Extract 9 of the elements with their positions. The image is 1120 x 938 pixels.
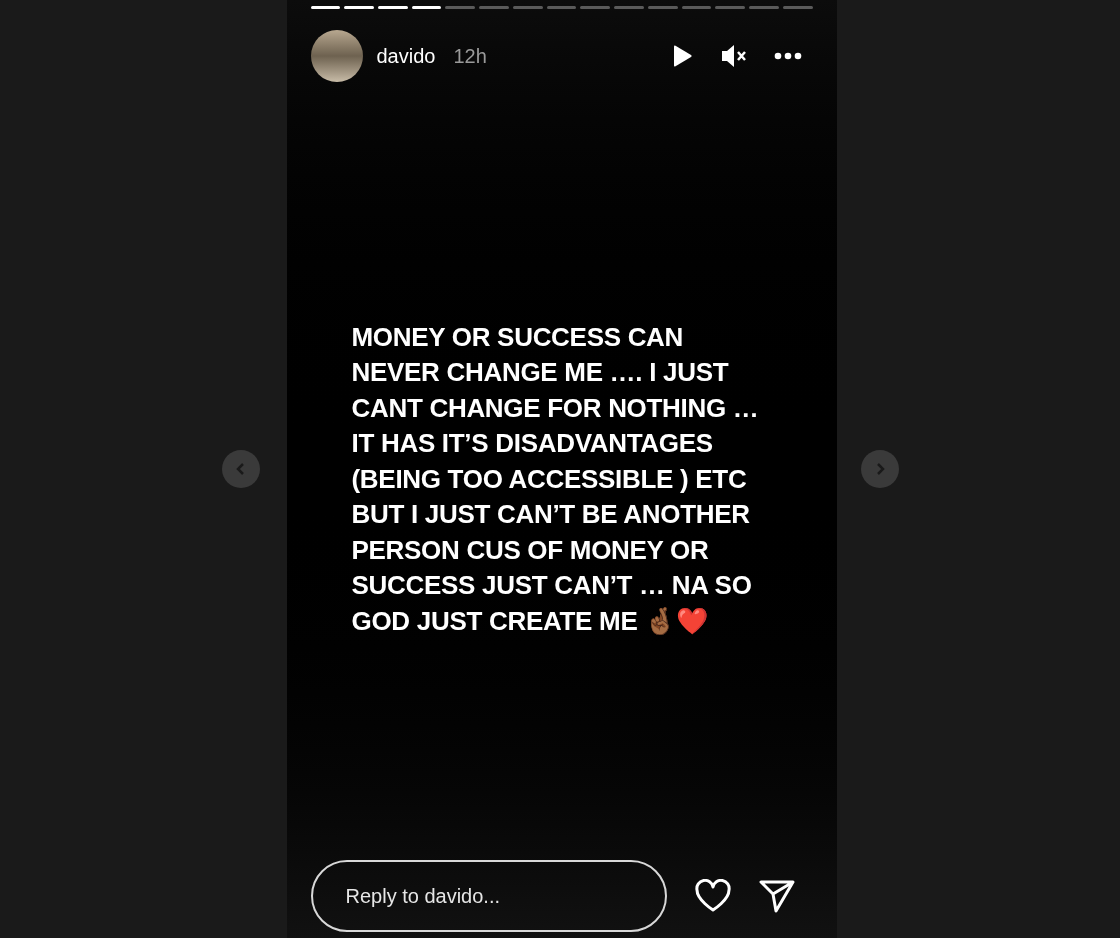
muted-speaker-icon bbox=[719, 43, 748, 69]
post-time: 12h bbox=[453, 44, 487, 69]
more-icon bbox=[773, 52, 802, 60]
avatar[interactable] bbox=[310, 30, 363, 82]
send-icon bbox=[758, 879, 795, 913]
reply-field[interactable]: Reply to davido... bbox=[310, 860, 667, 932]
username[interactable]: davido bbox=[376, 41, 436, 71]
heart-icon bbox=[693, 879, 732, 913]
story-text: MONEY OR SUCCESS CAN NEVER CHANGE ME …. I JUST CANT CHANGE FOR NOTHING … IT HAS IT’S DISADVANTAGES (BEING TOO ACCESSIBLE ) ETC BUT I JUST CAN’T BE ANOTHER PERSON CUS OF MONEY OR SUCCESS JUST CAN’T … NA SO GOD JUST CREATE ME 🤞🏾❤ bbox=[351, 320, 759, 638]
